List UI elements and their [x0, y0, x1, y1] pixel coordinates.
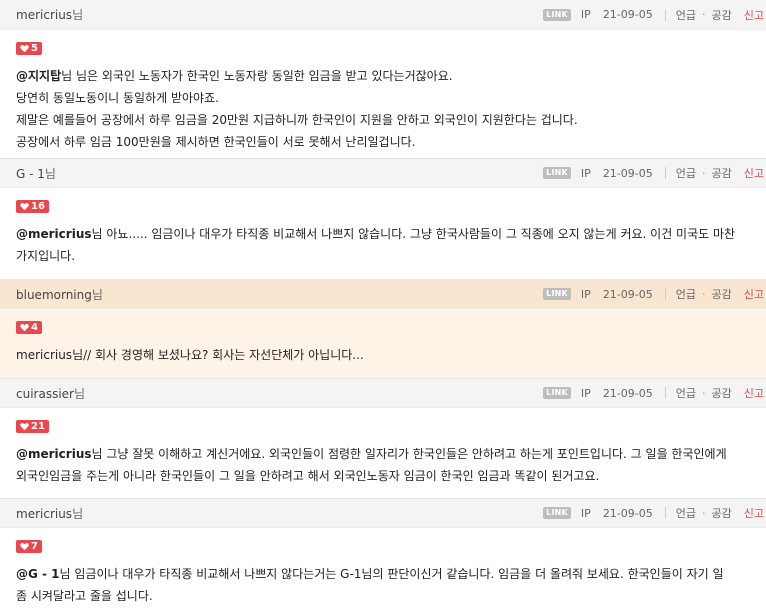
link-badge[interactable]: LINK: [543, 288, 571, 300]
ip-label: IP: [580, 287, 591, 301]
comment-meta: LINK IP 21-09-05 언급 · 공감 신고: [543, 0, 766, 29]
comment-date: 21-09-05: [602, 287, 653, 301]
heart-icon: [20, 202, 29, 211]
ip-label: IP: [580, 506, 591, 520]
divider: [664, 8, 666, 21]
comment-text: @지지탑님 님은 외국인 노동자가 한국인 노동자랑 동일한 임금을 받고 있다…: [16, 65, 750, 153]
comment-line: @mericrius님 그냥 잘못 이해하고 계신거에요. 외국인들이 점령한 …: [16, 447, 727, 461]
comment-body: 16 @mericrius님 아뇨..... 임금이나 대우가 타직종 비교해서…: [0, 188, 766, 277]
comment-line: 가지입니다.: [16, 249, 76, 263]
comment-date: 21-09-05: [602, 506, 653, 520]
comment-header: cuirassier님 LINK IP 21-09-05 언급 · 공감 신고: [0, 378, 766, 408]
like-button[interactable]: 공감: [712, 385, 732, 401]
heart-icon: [20, 542, 29, 551]
comment: bluemorning님 LINK IP 21-09-05 언급 · 공감 신고…: [0, 279, 766, 378]
mention-link[interactable]: @지지탑: [16, 69, 61, 83]
comment-header: mericrius님 LINK IP 21-09-05 언급 · 공감 신고: [0, 0, 766, 30]
mention-button[interactable]: 언급: [676, 505, 696, 521]
comment-line: 공장에서 하루 임금 100만원을 제시하면 한국인들이 서로 못해서 난리일겁…: [16, 135, 416, 149]
mention-button[interactable]: 언급: [676, 286, 696, 302]
heart-icon: [20, 44, 29, 53]
ip-label: IP: [580, 8, 591, 21]
author-name[interactable]: mericrius님: [16, 6, 83, 23]
report-button[interactable]: 신고: [744, 385, 764, 401]
mention-button[interactable]: 언급: [676, 165, 696, 181]
link-badge[interactable]: LINK: [543, 8, 571, 21]
mention-link[interactable]: @mericrius: [16, 227, 92, 241]
report-button[interactable]: 신고: [744, 505, 764, 521]
comment-date: 21-09-05: [602, 386, 653, 400]
comment-body: 5 @지지탑님 님은 외국인 노동자가 한국인 노동자랑 동일한 임금을 받고 …: [0, 30, 766, 158]
comment-line: mericrius님// 회사 경영해 보셨나요? 회사는 자선단체가 아닙니다…: [16, 348, 364, 362]
author-name[interactable]: mericrius님: [16, 505, 83, 522]
report-button[interactable]: 신고: [744, 286, 764, 302]
comment-list: mericrius님 LINK IP 21-09-05 언급 · 공감 신고 5…: [0, 0, 766, 613]
heart-icon: [20, 422, 29, 431]
author-name[interactable]: bluemorning님: [16, 286, 103, 303]
comment: mericrius님 LINK IP 21-09-05 언급 · 공감 신고 7…: [0, 498, 766, 613]
divider: [664, 288, 666, 300]
comment-header: mericrius님 LINK IP 21-09-05 언급 · 공감 신고: [0, 498, 766, 528]
ip-label: IP: [580, 166, 591, 180]
like-button[interactable]: 공감: [712, 165, 732, 181]
divider: [664, 387, 666, 399]
comment: cuirassier님 LINK IP 21-09-05 언급 · 공감 신고 …: [0, 378, 766, 498]
mention-link[interactable]: @mericrius: [16, 447, 92, 461]
comment-body: 4 mericrius님// 회사 경영해 보셨나요? 회사는 자선단체가 아닙…: [0, 309, 766, 378]
comment-date: 21-09-05: [602, 8, 653, 21]
dot-separator: ·: [702, 8, 706, 21]
comment-meta: LINK IP 21-09-05 언급 · 공감 신고: [543, 499, 766, 527]
comment-line: 외국인임금을 주는게 아니라 한국인들이 그 일을 안하려고 해서 외국인노동자…: [16, 469, 600, 483]
dot-separator: ·: [702, 166, 706, 180]
comment-line: 당연히 동일노동이니 동일하게 받아야죠.: [16, 91, 219, 105]
comment: G - 1님 LINK IP 21-09-05 언급 · 공감 신고 16 @m…: [0, 158, 766, 279]
comment-meta: LINK IP 21-09-05 언급 · 공감 신고: [543, 159, 766, 187]
like-count-badge: 5: [16, 42, 42, 55]
comment-line: 제말은 예를들어 공장에서 하루 임금을 20만원 지급하니까 한국인이 지원을…: [16, 113, 578, 127]
dot-separator: ·: [702, 506, 706, 520]
comment: mericrius님 LINK IP 21-09-05 언급 · 공감 신고 5…: [0, 0, 766, 158]
link-badge[interactable]: LINK: [543, 167, 571, 179]
comment-meta: LINK IP 21-09-05 언급 · 공감 신고: [543, 379, 766, 407]
comment-text: mericrius님// 회사 경영해 보셨나요? 회사는 자선단체가 아닙니다…: [16, 344, 750, 366]
report-button[interactable]: 신고: [744, 7, 764, 23]
comment-line: 좀 시켜달라고 줄을 섭니다.: [16, 589, 153, 603]
mention-button[interactable]: 언급: [676, 7, 696, 23]
comment-line: @mericrius님 아뇨..... 임금이나 대우가 타직종 비교해서 나쁘…: [16, 227, 736, 241]
link-badge[interactable]: LINK: [543, 507, 571, 519]
ip-label: IP: [580, 386, 591, 400]
comment-header: G - 1님 LINK IP 21-09-05 언급 · 공감 신고: [0, 158, 766, 188]
like-count-badge: 7: [16, 540, 42, 553]
divider: [664, 507, 666, 519]
like-count-badge: 16: [16, 200, 49, 213]
comment-text: @mericrius님 그냥 잘못 이해하고 계신거에요. 외국인들이 점령한 …: [16, 443, 750, 487]
author-name[interactable]: G - 1님: [16, 165, 56, 182]
report-button[interactable]: 신고: [744, 165, 764, 181]
like-button[interactable]: 공감: [712, 7, 732, 23]
dot-separator: ·: [702, 386, 706, 400]
comment-text: @G - 1님 임금이나 대우가 타직종 비교해서 나쁘지 않다는거는 G-1님…: [16, 563, 750, 607]
comment-text: @mericrius님 아뇨..... 임금이나 대우가 타직종 비교해서 나쁘…: [16, 223, 750, 267]
like-count-badge: 4: [16, 321, 42, 334]
mention-link[interactable]: @G - 1: [16, 567, 60, 581]
heart-icon: [20, 323, 29, 332]
comment-date: 21-09-05: [602, 166, 653, 180]
comment-line: @지지탑님 님은 외국인 노동자가 한국인 노동자랑 동일한 임금을 받고 있다…: [16, 69, 453, 83]
dot-separator: ·: [702, 287, 706, 301]
mention-button[interactable]: 언급: [676, 385, 696, 401]
comment-body: 21 @mericrius님 그냥 잘못 이해하고 계신거에요. 외국인들이 점…: [0, 408, 766, 497]
link-badge[interactable]: LINK: [543, 387, 571, 399]
divider: [664, 167, 666, 179]
comment-body: 7 @G - 1님 임금이나 대우가 타직종 비교해서 나쁘지 않다는거는 G-…: [0, 528, 766, 613]
comment-meta: LINK IP 21-09-05 언급 · 공감 신고: [543, 280, 766, 308]
comment-line: @G - 1님 임금이나 대우가 타직종 비교해서 나쁘지 않다는거는 G-1님…: [16, 567, 724, 581]
author-name[interactable]: cuirassier님: [16, 385, 85, 402]
like-count-badge: 21: [16, 420, 49, 433]
comment-header: bluemorning님 LINK IP 21-09-05 언급 · 공감 신고: [0, 279, 766, 309]
like-button[interactable]: 공감: [712, 505, 732, 521]
like-button[interactable]: 공감: [712, 286, 732, 302]
